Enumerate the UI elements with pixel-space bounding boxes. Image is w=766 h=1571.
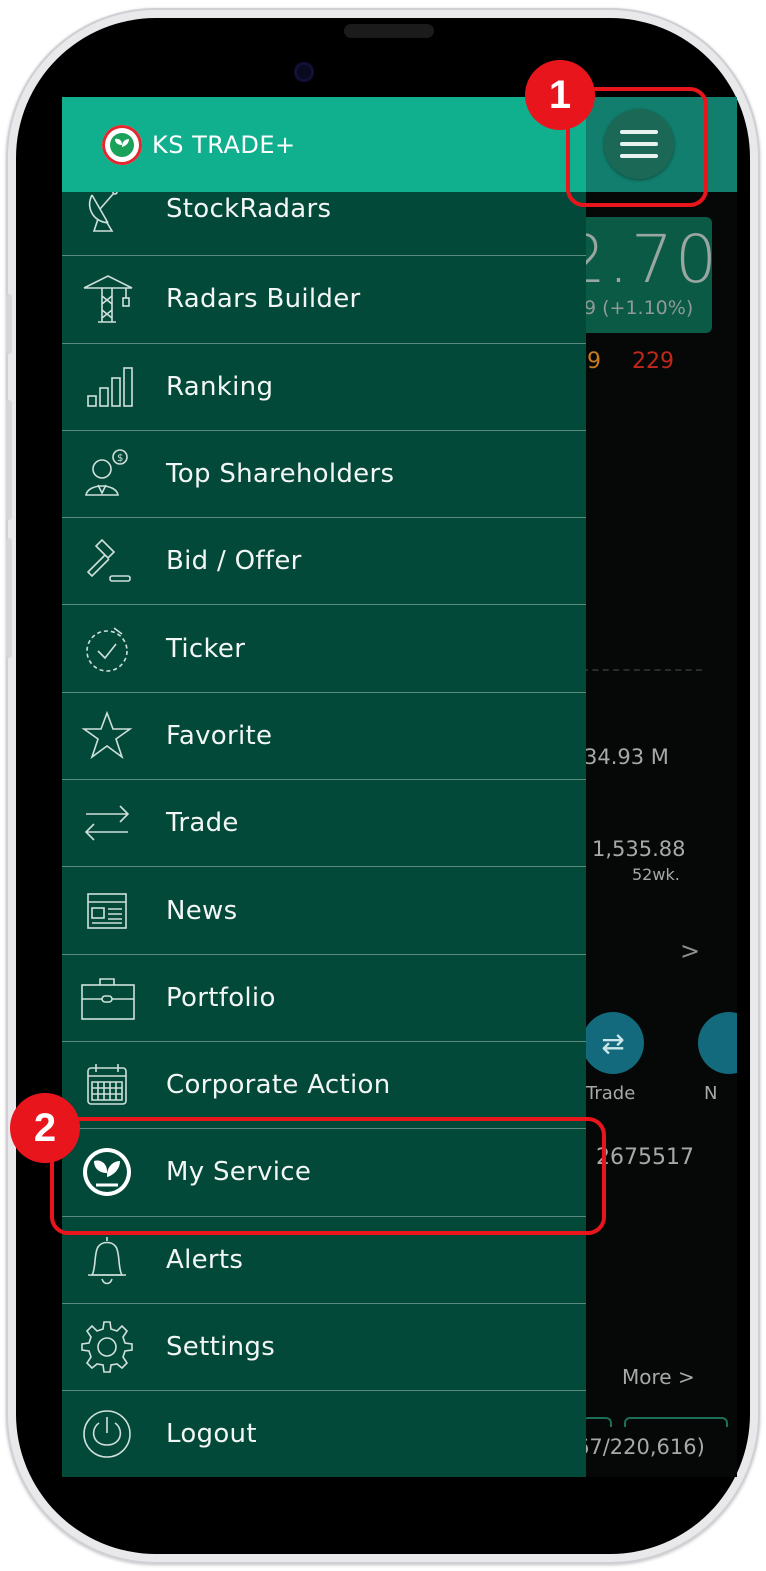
menu-item-ranking[interactable]: Ranking: [62, 344, 586, 431]
trade-arrows-icon: [84, 805, 130, 841]
tab-pill[interactable]: [582, 1417, 612, 1427]
leaf-icon: [110, 132, 134, 157]
more-link[interactable]: More >: [622, 1365, 695, 1389]
shareholder-icon: $: [85, 449, 128, 496]
high-52wk: 1,535.88: [592, 837, 686, 861]
kbank-logo-icon: [102, 124, 142, 165]
chevron-right-icon[interactable]: >: [680, 937, 700, 965]
last-price: 2.70: [564, 221, 719, 298]
speaker-grille: [344, 24, 434, 38]
price-change: 9 (+1.10%): [584, 297, 694, 319]
bar-chart-icon: [87, 366, 133, 407]
crane-icon: [83, 275, 133, 324]
menu-item-news[interactable]: News: [62, 867, 586, 955]
menu-item-logout[interactable]: Logout: [62, 1391, 586, 1477]
menu-item-favorite[interactable]: Favorite: [62, 693, 586, 781]
news-shortcut-icon[interactable]: [698, 1012, 737, 1074]
bid-volume: 9: [587, 349, 601, 374]
trade-shortcut-icon[interactable]: ⇄: [582, 1012, 644, 1074]
news-shortcut-label: N: [704, 1083, 718, 1104]
menu-label: News: [166, 895, 238, 926]
tab-pill[interactable]: [624, 1417, 728, 1427]
menu-label: Logout: [166, 1419, 257, 1450]
menu-item-top-shareholders[interactable]: $ Top Shareholders: [62, 431, 586, 519]
newspaper-icon: [87, 892, 127, 929]
turnover-value: 34.93 M: [584, 745, 669, 769]
app-brand: KS TRADE+: [152, 130, 296, 159]
star-icon: [81, 710, 133, 760]
menu-label: Ranking: [166, 371, 274, 402]
menu-list: StockRadars Radars Builder Ranking $ Top…: [62, 169, 586, 1477]
app-screen: 2.70 9 (+1.10%) 9 229 34.93 M 1,535.88 5…: [62, 97, 737, 1477]
menu-item-radars-builder[interactable]: Radars Builder: [62, 256, 586, 344]
gavel-icon: [86, 539, 131, 583]
menu-label: Alerts: [166, 1244, 244, 1275]
menu-label: StockRadars: [166, 194, 332, 224]
dashed-divider: [582, 669, 702, 671]
trade-shortcut-label: Trade: [586, 1083, 636, 1104]
menu-label: Trade: [166, 808, 239, 839]
navigation-drawer: StockRadars Radars Builder Ranking $ Top…: [62, 97, 586, 1477]
drawer-header: KS TRADE+: [62, 97, 586, 192]
front-camera: [294, 62, 314, 82]
radar-dish-icon: [88, 189, 118, 232]
briefcase-icon: [81, 978, 135, 1020]
menu-label: Portfolio: [166, 982, 276, 1013]
volume-up-button: [6, 400, 12, 520]
menu-label: Top Shareholders: [166, 459, 395, 490]
menu-item-ticker[interactable]: Ticker: [62, 605, 586, 693]
timer-icon: [86, 626, 128, 672]
svg-text:$: $: [117, 453, 123, 464]
calendar-icon: [87, 1064, 127, 1105]
volume-down-button: [6, 538, 12, 658]
menu-label: Favorite: [166, 720, 273, 751]
menu-item-bid-offer[interactable]: Bid / Offer: [62, 518, 586, 606]
annotation-badge-step1: 1: [525, 60, 595, 130]
offer-volume: 229: [632, 349, 674, 374]
volume-value: 67/220,616): [576, 1435, 705, 1459]
wk-label: 52wk.: [632, 865, 680, 884]
menu-label: Settings: [166, 1332, 276, 1362]
menu-item-trade[interactable]: Trade: [62, 780, 586, 868]
account-number: 2675517: [596, 1145, 694, 1170]
annotation-badge-step2: 2: [10, 1093, 80, 1163]
menu-item-settings[interactable]: Settings: [62, 1304, 586, 1392]
menu-label: Ticker: [166, 633, 246, 664]
menu-label: Corporate Action: [166, 1070, 391, 1101]
power-icon: [83, 1410, 131, 1459]
menu-label: Radars Builder: [166, 284, 361, 315]
annotation-box-step2: [50, 1117, 606, 1235]
menu-item-portfolio[interactable]: Portfolio: [62, 955, 586, 1042]
gear-icon: [81, 1321, 133, 1373]
bell-icon: [88, 1236, 126, 1284]
mute-switch: [6, 294, 12, 354]
menu-label: Bid / Offer: [166, 546, 302, 577]
